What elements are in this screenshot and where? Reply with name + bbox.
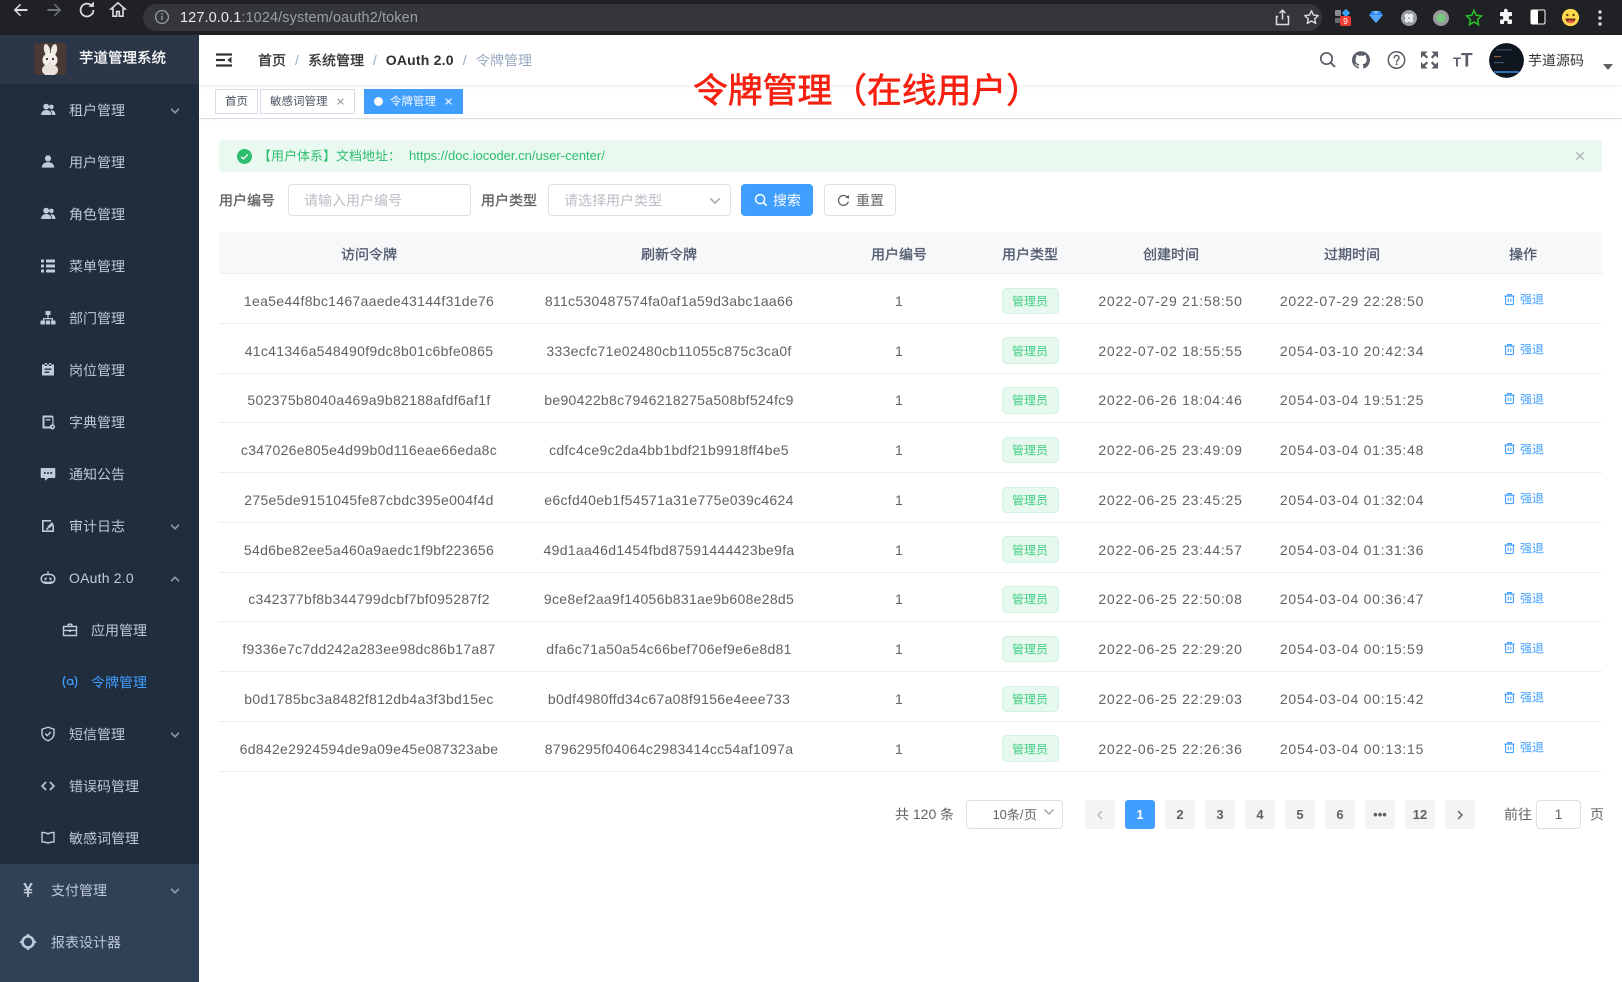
svg-text:9: 9 — [1343, 16, 1348, 26]
svg-text:T: T — [1453, 55, 1461, 70]
svg-text:T: T — [1461, 51, 1473, 70]
